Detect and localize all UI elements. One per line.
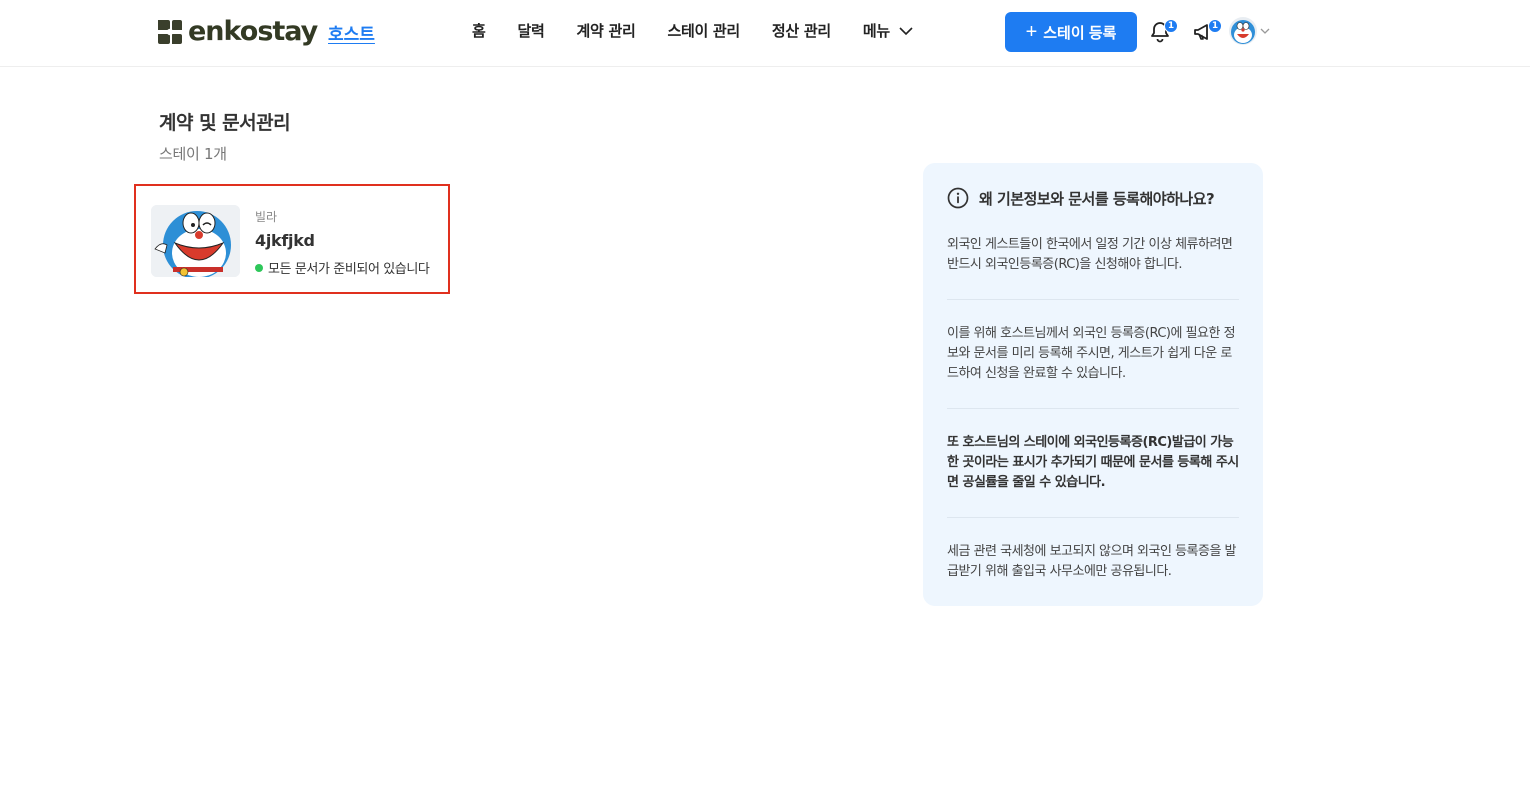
avatar-icon [1229,17,1257,45]
top-header: enkostay 호스트 홈 달력 계약 관리 스테이 관리 정산 관리 메뉴 … [0,0,1530,67]
info-header: 왜 기본정보와 문서를 등록해야하나요? [947,187,1215,209]
notification-badge: 1 [1164,19,1178,33]
stay-status-text: 모든 문서가 준비되어 있습니다 [268,262,430,277]
stay-status: 모든 문서가 준비되어 있습니다 [255,258,430,277]
announcement-badge: 1 [1208,19,1222,33]
stay-card[interactable]: 빌라 4jkfjkd 모든 문서가 준비되어 있습니다 [134,184,450,294]
nav-settlement[interactable]: 정산 관리 [772,20,831,41]
notifications-button[interactable]: 1 [1148,18,1178,46]
chevron-down-icon [899,26,913,35]
nav-contracts[interactable]: 계약 관리 [577,20,636,41]
nav-menu[interactable]: 메뉴 [863,20,914,41]
nav-home[interactable]: 홈 [472,20,486,41]
nav-calendar[interactable]: 달력 [518,20,545,41]
info-paragraph: 세금 관련 국세청에 보고되지 않으며 외국인 등록증을 발급받기 위해 출입국… [947,544,1237,579]
divider [947,408,1239,409]
logo[interactable]: enkostay [156,16,318,48]
info-icon [947,187,969,209]
register-stay-label: 스테이 등록 [1043,24,1117,42]
register-stay-button[interactable]: + 스테이 등록 [1005,12,1137,52]
main-nav: 홈 달력 계약 관리 스테이 관리 정산 관리 메뉴 [472,20,946,41]
logo-icon [156,18,184,46]
info-paragraph: 외국인 게스트들이 한국에서 일정 기간 이상 체류하려면 반드시 외국인등록증… [947,237,1233,272]
stay-count: 스테이 1개 [159,145,227,163]
plus-icon: + [1025,21,1038,43]
chevron-down-icon [1260,28,1270,34]
host-link[interactable]: 호스트 [328,20,375,45]
divider [947,299,1239,300]
stay-type: 빌라 [255,210,278,224]
info-paragraph: 이를 위해 호스트님께서 외국인 등록증(RC)에 필요한 정보와 문서를 미리… [947,326,1236,381]
announcements-button[interactable]: 1 [1192,18,1222,46]
info-panel: 왜 기본정보와 문서를 등록해야하나요? 외국인 게스트들이 한국에서 일정 기… [923,163,1263,606]
nav-stays[interactable]: 스테이 관리 [667,20,740,41]
divider [947,517,1239,518]
logo-text: enkostay [188,16,318,47]
info-title: 왜 기본정보와 문서를 등록해야하나요? [979,189,1215,208]
nav-menu-label: 메뉴 [862,22,890,40]
stay-thumbnail [151,205,240,277]
profile-menu[interactable] [1229,17,1271,45]
info-paragraph-highlight: 또 호스트님의 스테이에 외국인등록증(RC)발급이 가능한 곳이라는 표시가 … [947,435,1239,490]
status-dot-icon [255,263,263,272]
page-title: 계약 및 문서관리 [159,112,291,134]
stay-name: 4jkfjkd [255,231,315,250]
